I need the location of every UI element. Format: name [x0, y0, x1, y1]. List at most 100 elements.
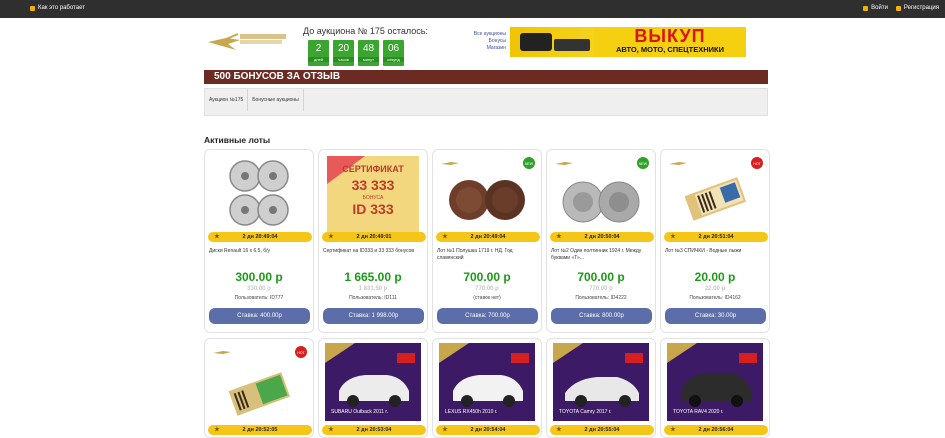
lot-timer: ★ 2 дн 20:54:04 [436, 425, 540, 435]
countdown-title: До аукциона № 175 осталось: [303, 26, 428, 36]
banner-subtitle: АВТО, МОТО, СПЕЦТЕХНИКИ [615, 45, 725, 54]
info-icon [30, 5, 35, 11]
how-it-works-link[interactable]: Как это работает [30, 5, 85, 11]
login-label: Войти [871, 5, 888, 11]
countdown: 2 дней 20 часов 48 минут 06 секунд [308, 40, 404, 66]
car-image: SUBARU Outback 2011 г. [325, 343, 421, 421]
lot-timer: ★ 2 дн 20:51:04 [664, 232, 768, 242]
matchbox-image [228, 372, 291, 416]
hours-counter: 20 часов [333, 40, 354, 66]
svg-text:СЕРТИФИКАТ: СЕРТИФИКАТ [342, 164, 404, 174]
svg-text:SUBARU Outback 2011 г.: SUBARU Outback 2011 г. [331, 409, 388, 415]
svg-text:TOYOTA Camry 2017 г.: TOYOTA Camry 2017 г. [559, 409, 611, 415]
lots-grid-row1: ★ 2 дн 20:49:04 Диски Renault 16 x 6.5, б… [204, 149, 770, 333]
top-bar: Как это работает Войти Регистрация [0, 0, 945, 18]
car-image: LEXUS RX450h 2010 г. [439, 343, 535, 421]
star-icon: ★ [214, 234, 220, 240]
star-icon: ★ [442, 234, 448, 240]
promo-bar[interactable]: 500 БОНУСОВ ЗА ОТЗЫВ [204, 70, 768, 84]
buyout-banner[interactable]: ВЫКУП АВТО, МОТО, СПЕЦТЕХНИКИ [594, 27, 746, 57]
lot-card[interactable]: SUBARU Outback 2011 г. ★ 2 дн 20:53:04 [318, 338, 428, 438]
star-icon: ★ [214, 427, 220, 433]
bonuses-link[interactable]: Бонусы [460, 38, 506, 45]
svg-text:LEXUS RX450h 2010 г.: LEXUS RX450h 2010 г. [445, 409, 497, 415]
lot-timer: ★ 2 дн 20:52:05 [208, 425, 312, 435]
lot-card[interactable]: HOT ★ 2 дн 20:52:05 [204, 338, 314, 438]
banner-image[interactable] [510, 27, 594, 57]
lot-timer: ★ 2 дн 20:53:04 [322, 425, 426, 435]
bid-button[interactable]: Ставка: 30.00р [665, 308, 766, 324]
lot-timer: ★ 2 дн 20:49:01 [322, 232, 426, 242]
excavator-shape [520, 33, 552, 51]
lot-card[interactable]: СЕРТИФИКАТ 33 333 БОНУСА ID 333 ★ 2 дн 20… [318, 149, 428, 333]
lot-old-price: 770.00 р [589, 286, 613, 292]
lots-grid-row2: HOT ★ 2 дн 20:52:05 SUBARU Outback 2011 г… [204, 338, 770, 438]
tabs-area: Аукцион №175 Бонусные аукционы [204, 88, 768, 116]
copper-coins-image [449, 180, 525, 220]
car-image: TOYOTA RAV4 2020 г. [667, 343, 763, 421]
lot-user: Пользователь: ID4162 [689, 295, 741, 301]
days-counter: 2 дней [308, 40, 329, 66]
lot-timer: ★ 2 дн 20:49:04 [436, 232, 540, 242]
lot-title[interactable]: Лот №3 СПИЧКИ - Водные лыжи [665, 248, 767, 255]
lot-card[interactable]: TOYOTA RAV4 2020 г. ★ 2 дн 20:56:04 [660, 338, 770, 438]
silver-coins-image [562, 181, 640, 223]
all-auctions-link[interactable]: Все аукционы [460, 31, 506, 38]
lot-old-price: 770.00 р [475, 286, 499, 292]
lot-old-price: 330.00 р [247, 286, 271, 292]
lot-price: 20.00 р [694, 270, 736, 284]
star-icon: ★ [556, 427, 562, 433]
lot-card[interactable]: LEXUS RX450h 2010 г. ★ 2 дн 20:54:04 [432, 338, 542, 438]
lot-price: 700.00 р [577, 270, 625, 284]
register-link[interactable]: Регистрация [895, 5, 939, 11]
register-label: Регистрация [903, 5, 939, 11]
lot-user: Пользователь: ID111 [349, 295, 397, 301]
star-icon: ★ [328, 234, 334, 240]
lot-price: 700.00 р [463, 270, 511, 284]
header-links: Все аукционы Бонусы Магазин [460, 31, 506, 52]
lot-card[interactable]: ★ 2 дн 20:49:04 Диски Renault 16 x 6.5, б… [204, 149, 314, 333]
star-icon: ★ [670, 234, 676, 240]
lot-timer: ★ 2 дн 20:56:04 [664, 425, 768, 435]
bid-button[interactable]: Ставка: 400.00р [209, 308, 310, 324]
lot-title[interactable]: Сертификат на ID333 и 33 333 бонусов [323, 248, 425, 255]
tab-auction-175[interactable]: Аукцион №175 [205, 89, 249, 111]
star-icon: ★ [556, 234, 562, 240]
lot-card[interactable]: HOT ★ 2 дн 20:51:04 Лот №3 СПИЧКИ - Водны… [660, 149, 770, 333]
how-it-works-label: Как это работает [38, 5, 85, 11]
certificate-image: СЕРТИФИКАТ 33 333 БОНУСА ID 333 [327, 156, 419, 232]
lot-timer: ★ 2 дн 20:55:04 [550, 425, 654, 435]
minutes-counter: 48 минут [358, 40, 379, 66]
lot-card[interactable]: NEW ★ 2 дн 20:50:04 Лот №2 Один полтинник… [546, 149, 656, 333]
svg-text:ID 333: ID 333 [352, 201, 393, 217]
lot-price: 300.00 р [235, 270, 283, 284]
lot-timer: ★ 2 дн 20:50:04 [550, 232, 654, 242]
tab-bonus-auctions[interactable]: Бонусные аукционы [248, 89, 304, 111]
login-link[interactable]: Войти [863, 5, 888, 11]
shop-link[interactable]: Магазин [460, 45, 506, 52]
star-icon: ★ [328, 427, 334, 433]
svg-text:33 333: 33 333 [352, 177, 395, 193]
lot-title[interactable]: Диски Renault 16 x 6.5, б/у [209, 248, 311, 255]
star-icon: ★ [442, 427, 448, 433]
banner-title: ВЫКУП [634, 26, 706, 46]
star-icon: ★ [670, 427, 676, 433]
wheels-image [229, 160, 289, 226]
section-title: Активные лоты [204, 135, 271, 145]
lot-card[interactable]: TOYOTA Camry 2017 г. ★ 2 дн 20:55:04 [546, 338, 656, 438]
bid-button[interactable]: Ставка: 700.00р [437, 308, 538, 324]
car-shape [554, 39, 590, 51]
lot-title[interactable]: Лот №1 Полушка 1719 г. НД. Год славянски… [437, 248, 539, 262]
svg-text:TOYOTA RAV4 2020 г.: TOYOTA RAV4 2020 г. [673, 409, 723, 415]
bid-button[interactable]: Ставка: 1 998.00р [323, 308, 424, 324]
lot-title[interactable]: Лот №2 Один полтинник 1924 г. Между букв… [551, 248, 653, 262]
car-image: TOYOTA Camry 2017 г. [553, 343, 649, 421]
lot-user: (ставок нет) [473, 295, 501, 301]
lot-user: Пользователь: ID4222 [575, 295, 627, 301]
lot-old-price: 22.00 р [704, 286, 726, 292]
lot-card[interactable]: NEW ★ 2 дн 20:49:04 Лот №1 Полушка 1719 г… [432, 149, 542, 333]
lot-old-price: 1 831.50 р [358, 286, 388, 292]
logo-caption [240, 34, 300, 44]
bid-button[interactable]: Ставка: 800.00р [551, 308, 652, 324]
matchbox-image [684, 177, 747, 221]
